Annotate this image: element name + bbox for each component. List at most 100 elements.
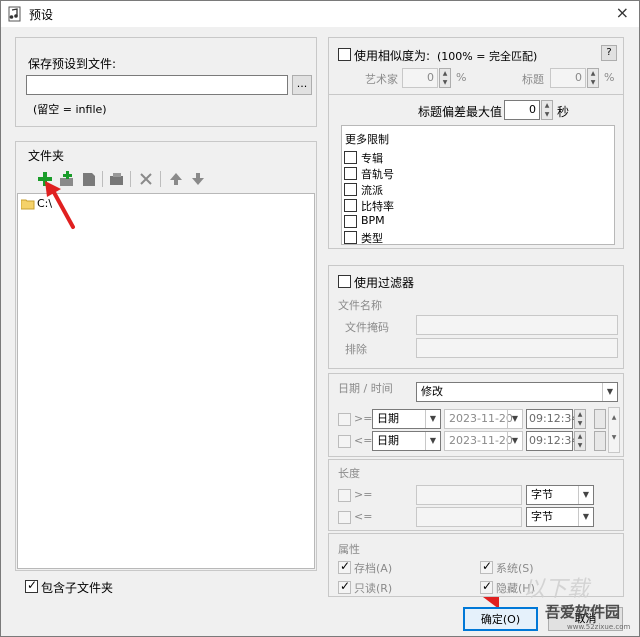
use-similarity-label: 使用相似度为:	[354, 49, 431, 63]
artist-percent: %	[456, 71, 467, 84]
browse-button[interactable]: ...	[292, 75, 312, 95]
save-preset-label: 保存预设到文件:	[28, 57, 117, 71]
length-ge-input[interactable]	[416, 485, 522, 505]
date-kind-select-2[interactable]: 日期 ▼	[372, 431, 441, 451]
length-unit-value-1: 字节	[531, 488, 553, 501]
date-type-value: 修改	[421, 385, 443, 398]
time-value-2: 09:12:34	[529, 434, 579, 447]
bitrate-label: 比特率	[361, 200, 394, 213]
hidden-checkbox[interactable]	[480, 579, 493, 594]
watermark-text: 吾爱软件园	[545, 603, 621, 621]
album-checkbox[interactable]	[344, 151, 357, 164]
folders-label: 文件夹	[28, 149, 65, 163]
attributes-label: 属性	[338, 543, 360, 556]
folder-gray-icon[interactable]	[109, 171, 125, 187]
chevron-down-icon: ▼	[578, 508, 593, 526]
genre-label: 流派	[361, 184, 383, 197]
title-max-spinner[interactable]: ▲ ▼	[541, 100, 553, 120]
title-label: 标题	[522, 73, 544, 86]
title-similarity-input[interactable]: 0	[550, 68, 586, 88]
use-similarity-checkbox[interactable]	[338, 48, 351, 61]
date-value-1: 2023-11-20	[449, 412, 513, 425]
watermark-bg: 以下载	[523, 577, 590, 602]
time-input-1[interactable]: 09:12:34	[526, 409, 578, 429]
edit-icon[interactable]	[81, 171, 97, 187]
exclude-input[interactable]	[416, 338, 618, 358]
artist-value: 0	[427, 71, 434, 84]
save-path-input[interactable]	[26, 75, 288, 95]
genre-checkbox[interactable]	[344, 183, 357, 196]
time-spinner-1[interactable]: ▲ ▼	[574, 409, 586, 429]
length-unit-select-2[interactable]: 字节 ▼	[526, 507, 594, 527]
use-filter-label: 使用过滤器	[354, 276, 415, 290]
down-arrow-icon[interactable]	[190, 171, 206, 187]
watermark-url: www.52zixue.com	[567, 623, 631, 631]
readonly-checkbox[interactable]	[338, 579, 351, 594]
bitrate-checkbox[interactable]	[344, 199, 357, 212]
artist-similarity-input[interactable]: 0	[402, 68, 438, 88]
title-max-input[interactable]: 0	[504, 100, 540, 120]
chevron-down-icon: ▼	[602, 383, 617, 401]
date-le-label: <=	[354, 434, 373, 447]
folder-icon	[21, 199, 35, 210]
date-ge-checkbox[interactable]	[338, 413, 351, 426]
include-subfolders-label: 包含子文件夹	[41, 581, 114, 595]
date-picker-1[interactable]: 2023-11-20 ▼	[444, 409, 523, 429]
date-kind-select-1[interactable]: 日期 ▼	[372, 409, 441, 429]
divider	[328, 94, 624, 95]
chevron-down-icon: ▼	[425, 432, 440, 450]
time-input-2[interactable]: 09:12:34	[526, 431, 578, 451]
help-button[interactable]: ?	[601, 45, 617, 61]
chevron-down-icon: ▼	[425, 410, 440, 428]
folder-list[interactable]	[17, 193, 315, 569]
date-type-select[interactable]: 修改 ▼	[416, 382, 618, 402]
chevron-down-icon: ▼	[507, 432, 522, 450]
archive-checkbox[interactable]	[338, 559, 351, 574]
bpm-label: BPM	[361, 214, 385, 227]
mask-input[interactable]	[416, 315, 618, 335]
length-unit-select-1[interactable]: 字节 ▼	[526, 485, 594, 505]
annotation-arrow-icon	[45, 181, 75, 229]
artist-label: 艺术家	[365, 73, 398, 86]
track-checkbox[interactable]	[344, 167, 357, 180]
app-icon	[8, 6, 21, 22]
dialog-window: 预设 × 保存预设到文件: ... (留空 = infile) 文件夹 C:\ …	[0, 0, 640, 637]
date-kind-value-1: 日期	[377, 412, 399, 425]
chevron-down-icon: ▼	[507, 410, 522, 428]
artist-spinner[interactable]: ▲ ▼	[439, 68, 451, 88]
watermark-logo: 以下载 吾爱软件园 www.52zixue.com	[511, 571, 635, 635]
save-hint: (留空 = infile)	[33, 103, 107, 116]
window-title: 预设	[29, 8, 54, 22]
length-ge-label: >=	[354, 488, 373, 501]
datetime-label: 日期 / 时间	[338, 382, 393, 395]
date-picker-2[interactable]: 2023-11-20 ▼	[444, 431, 523, 451]
filename-label: 文件名称	[338, 299, 382, 312]
length-le-input[interactable]	[416, 507, 522, 527]
date-extra-button-1[interactable]	[594, 409, 606, 429]
scrollbar[interactable]: ▲ ▼	[608, 407, 620, 453]
date-le-checkbox[interactable]	[338, 435, 351, 448]
use-filter-checkbox[interactable]	[338, 275, 351, 288]
system-checkbox[interactable]	[480, 559, 493, 574]
type-label: 类型	[361, 232, 383, 245]
date-value-2: 2023-11-20	[449, 434, 513, 447]
length-unit-value-2: 字节	[531, 510, 553, 523]
bpm-checkbox[interactable]	[344, 215, 357, 228]
chevron-down-icon: ▼	[578, 486, 593, 504]
delete-icon[interactable]	[138, 171, 154, 187]
close-button[interactable]: ×	[616, 3, 629, 22]
include-subfolders-checkbox[interactable]	[25, 578, 38, 593]
date-extra-button-2[interactable]	[594, 431, 606, 451]
readonly-label: 只读(R)	[354, 582, 393, 595]
length-le-checkbox[interactable]	[338, 511, 351, 524]
type-checkbox[interactable]	[344, 231, 357, 244]
time-spinner-2[interactable]: ▲ ▼	[574, 431, 586, 451]
exclude-label: 排除	[345, 343, 367, 356]
title-max-label: 标题偏差最大值	[418, 105, 503, 119]
up-arrow-icon[interactable]	[168, 171, 184, 187]
title-spinner[interactable]: ▲ ▼	[587, 68, 599, 88]
mask-label: 文件掩码	[345, 321, 389, 334]
toolbar-separator	[160, 171, 161, 187]
toolbar-separator	[102, 171, 103, 187]
length-ge-checkbox[interactable]	[338, 489, 351, 502]
